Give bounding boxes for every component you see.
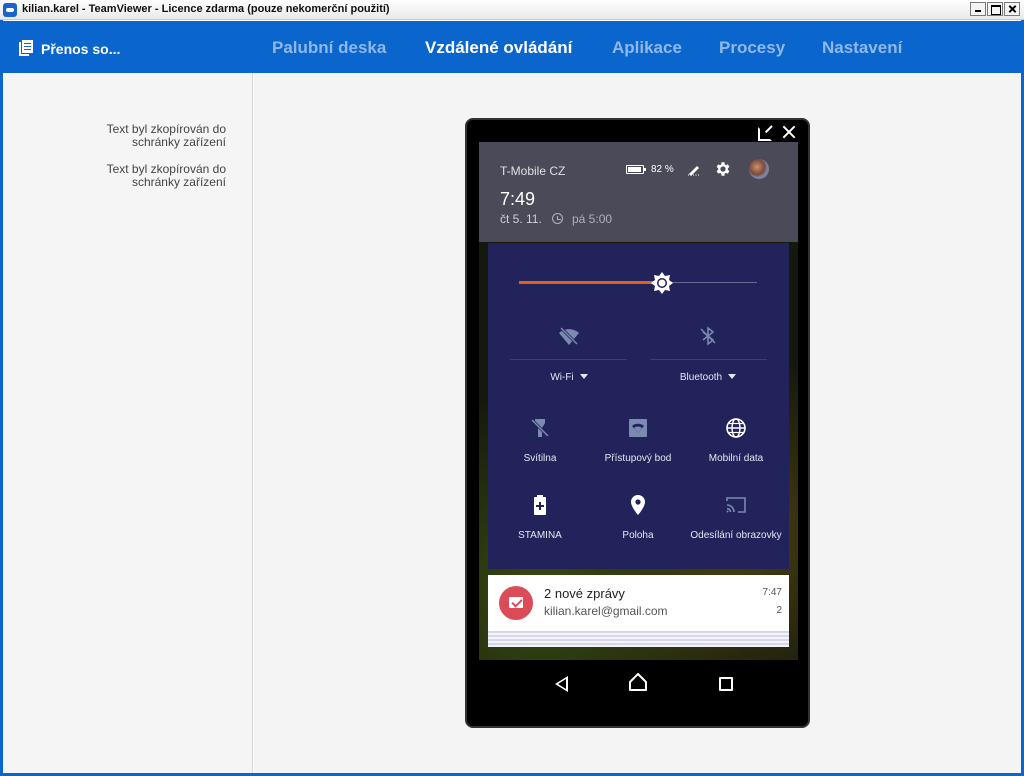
home-icon[interactable]	[629, 673, 647, 691]
notification-subtitle: kilian.karel@gmail.com	[544, 604, 668, 618]
log-entry: Text byl zkopírován do schránky zařízení	[106, 162, 226, 189]
remote-device-frame: T-Mobile CZ 82 % 7:49 čt 5. 11. pá 5:00	[465, 118, 810, 728]
battery-icon	[626, 165, 646, 174]
battery-percent: 82 %	[651, 164, 674, 175]
quick-settings-panel: Wi-Fi Bluetooth Svítilna Přístupový bod …	[488, 243, 789, 569]
brightness-slider-track[interactable]	[662, 282, 757, 283]
tab-remote-control[interactable]: Vzdálené ovládání	[425, 38, 572, 58]
app-header: Přenos so... Palubní deska Vzdálené ovlá…	[3, 21, 1021, 73]
log-entry: Text byl zkopírován do schránky zařízení	[106, 122, 226, 149]
open-external-icon[interactable]	[758, 125, 772, 141]
device-frame-controls	[758, 125, 796, 141]
notification-time: 7:47	[762, 587, 782, 598]
android-nav-bar	[479, 660, 798, 708]
tab-settings[interactable]: Nastavení	[822, 38, 902, 58]
chevron-down-icon[interactable]	[579, 374, 588, 379]
tab-apps[interactable]: Aplikace	[612, 38, 682, 58]
location-tile[interactable]: Poloha	[593, 494, 683, 544]
notification-title: 2 nové zprávy	[544, 586, 625, 601]
stamina-tile[interactable]: STAMINA	[500, 494, 580, 544]
brightness-slider-fill	[519, 281, 662, 284]
cast-icon	[726, 497, 746, 513]
window-controls	[970, 2, 1020, 16]
notification-header: T-Mobile CZ 82 % 7:49 čt 5. 11. pá 5:00	[479, 142, 798, 242]
alarm-time: pá 5:00	[572, 212, 613, 226]
flashlight-tile[interactable]: Svítilna	[500, 417, 580, 467]
screen-cast-tile[interactable]: Odesílání obrazovky	[688, 494, 784, 544]
location-pin-icon	[631, 495, 645, 515]
recent-apps-icon[interactable]	[719, 677, 733, 691]
close-window-button[interactable]	[1004, 2, 1020, 16]
gmail-icon	[499, 586, 533, 620]
bluetooth-label: Bluetooth	[679, 372, 723, 383]
carrier-label: T-Mobile CZ	[500, 164, 566, 178]
close-icon[interactable]	[782, 125, 796, 139]
edit-tiles-icon[interactable]	[687, 162, 701, 176]
gear-icon[interactable]	[714, 160, 732, 178]
brightness-icon[interactable]	[651, 272, 673, 294]
bluetooth-off-icon	[700, 326, 716, 346]
device-screen[interactable]: T-Mobile CZ 82 % 7:49 čt 5. 11. pá 5:00	[479, 142, 798, 708]
maximize-button[interactable]	[987, 2, 1003, 16]
tab-processes[interactable]: Procesy	[719, 38, 785, 58]
notification-stack[interactable]	[488, 631, 789, 647]
battery-plus-icon	[534, 495, 546, 515]
main-nav: Palubní deska Vzdálené ovládání Aplikace…	[3, 21, 1021, 73]
hotspot-icon	[629, 419, 647, 437]
clock: 7:49	[500, 189, 536, 209]
wifi-label: Wi-Fi	[550, 372, 574, 383]
date-label: čt 5. 11.	[500, 212, 542, 226]
wifi-tile[interactable]: Wi-Fi	[529, 325, 609, 385]
bluetooth-tile[interactable]: Bluetooth	[668, 325, 748, 385]
chevron-down-icon[interactable]	[728, 374, 737, 379]
gmail-notification[interactable]: 2 nové zprávy kilian.karel@gmail.com 7:4…	[488, 575, 789, 631]
activity-log-panel: Text byl zkopírován do schránky zařízení…	[3, 73, 253, 773]
tab-dashboard[interactable]: Palubní deska	[272, 38, 386, 58]
divider	[650, 359, 767, 360]
avatar[interactable]	[749, 159, 769, 179]
flashlight-icon	[530, 418, 550, 438]
window-title-bar: kilian.karel - TeamViewer - Licence zdar…	[0, 0, 1024, 20]
globe-icon	[726, 418, 746, 438]
back-icon[interactable]	[555, 676, 568, 692]
window-title: kilian.karel - TeamViewer - Licence zdar…	[22, 3, 390, 15]
minimize-button[interactable]	[970, 2, 986, 16]
mobile-data-tile[interactable]: Mobilní data	[696, 417, 776, 467]
wifi-off-icon	[559, 326, 579, 346]
alarm-icon	[552, 213, 563, 224]
notification-count: 2	[776, 605, 782, 616]
divider	[510, 359, 627, 360]
hotspot-tile[interactable]: Přístupový bod	[593, 417, 683, 467]
teamviewer-icon	[3, 3, 17, 17]
